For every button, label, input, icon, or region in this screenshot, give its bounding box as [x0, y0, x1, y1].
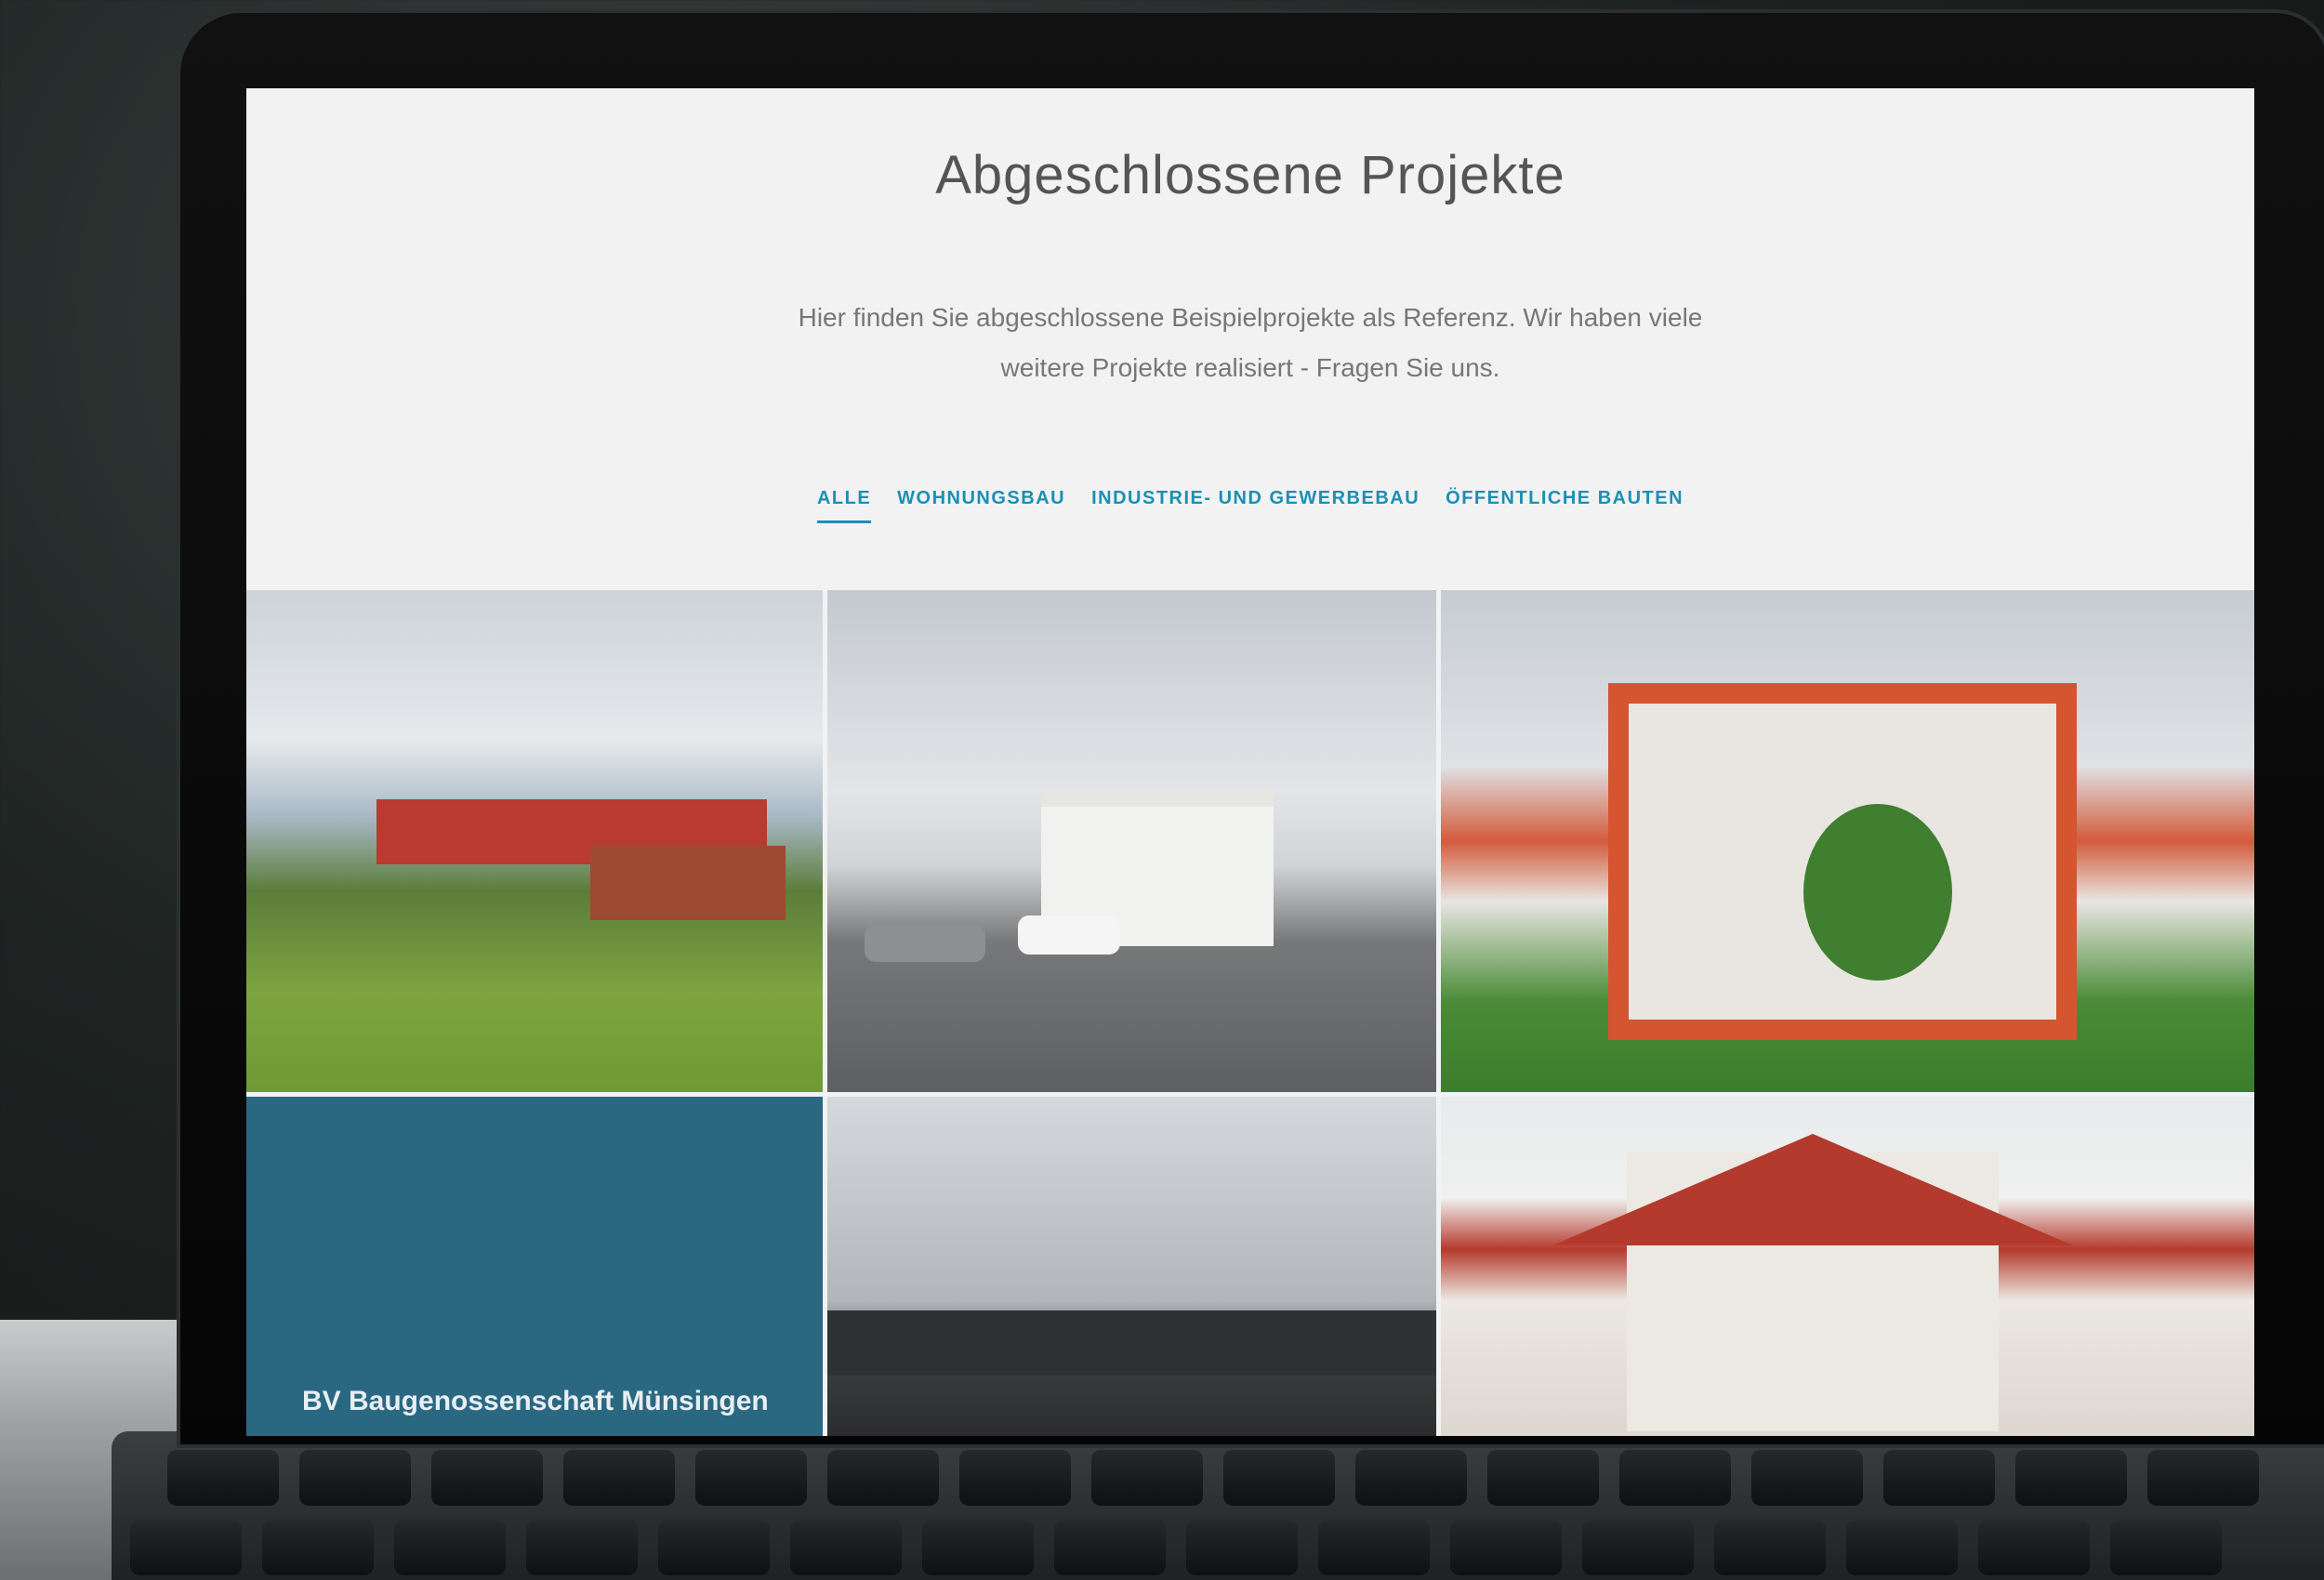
- key: [695, 1450, 807, 1506]
- key: [1883, 1450, 1995, 1506]
- key: [1582, 1520, 1694, 1575]
- key: [394, 1520, 506, 1575]
- keyboard: [112, 1431, 2324, 1580]
- filter-oeffentliche-bauten[interactable]: ÖFFENTLICHE BAUTEN: [1446, 488, 1684, 523]
- filter-all[interactable]: ALLE: [816, 488, 872, 523]
- key: [790, 1520, 902, 1575]
- key: [167, 1450, 279, 1506]
- project-grid: BV Baugenossenschaft Münsingen: [246, 590, 2254, 1436]
- car-image: [1018, 915, 1120, 955]
- filter-tabs: ALLE WOHNUNGSBAU INDUSTRIE- UND GEWERBEB…: [246, 488, 2254, 523]
- browser-viewport: Abgeschlossene Projekte Hier finden Sie …: [246, 88, 2254, 1436]
- key: [563, 1450, 675, 1506]
- key: [262, 1520, 374, 1575]
- building-image: [590, 846, 786, 920]
- key: [299, 1450, 411, 1506]
- key: [1978, 1520, 2090, 1575]
- page-title: Abgeschlossene Projekte: [935, 145, 1565, 205]
- key: [1846, 1520, 1958, 1575]
- key: [1186, 1520, 1298, 1575]
- key: [130, 1520, 242, 1575]
- key: [1487, 1450, 1599, 1506]
- building-image: [827, 1310, 1436, 1376]
- project-tile[interactable]: [827, 590, 1436, 1092]
- key: [959, 1450, 1071, 1506]
- key: [1091, 1450, 1203, 1506]
- key: [1450, 1520, 1562, 1575]
- intro-text: Hier finden Sie abgeschlossene Beispielp…: [798, 303, 1703, 382]
- key: [1355, 1450, 1467, 1506]
- filter-industrie-gewerbebau[interactable]: INDUSTRIE- UND GEWERBEBAU: [1091, 488, 1419, 523]
- key: [1223, 1450, 1335, 1506]
- project-tile[interactable]: BV Baugenossenschaft Münsingen: [246, 1097, 823, 1436]
- project-tile[interactable]: [1441, 1097, 2254, 1436]
- car-image: [865, 925, 985, 962]
- key: [2147, 1450, 2259, 1506]
- key: [1619, 1450, 1731, 1506]
- project-tile[interactable]: [1441, 590, 2254, 1092]
- key: [431, 1450, 543, 1506]
- project-caption: BV Baugenossenschaft Münsingen: [302, 1386, 769, 1416]
- project-tile[interactable]: [827, 1097, 1436, 1436]
- key: [2015, 1450, 2127, 1506]
- key: [2110, 1520, 2222, 1575]
- key: [1318, 1520, 1430, 1575]
- key: [526, 1520, 638, 1575]
- key: [1751, 1450, 1863, 1506]
- key: [1054, 1520, 1166, 1575]
- key: [658, 1520, 770, 1575]
- project-tile[interactable]: [246, 590, 823, 1092]
- key: [922, 1520, 1034, 1575]
- filter-wohnungsbau[interactable]: WOHNUNGSBAU: [897, 488, 1065, 523]
- tree-image: [1803, 804, 1952, 981]
- key: [827, 1450, 939, 1506]
- key: [1714, 1520, 1826, 1575]
